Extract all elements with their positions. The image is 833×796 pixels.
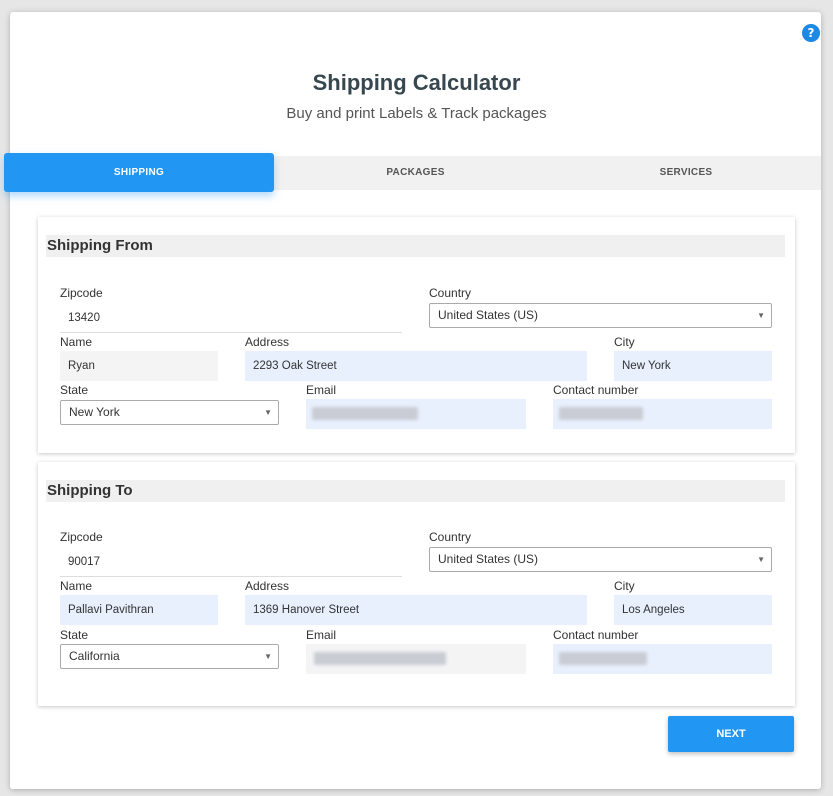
email-label: Email bbox=[306, 383, 337, 397]
redacted-value bbox=[559, 652, 647, 665]
section-heading: Shipping To bbox=[46, 480, 785, 502]
tab-shipping[interactable]: SHIPPING bbox=[4, 153, 274, 192]
redacted-value bbox=[559, 407, 643, 420]
address-label: Address bbox=[245, 335, 290, 349]
to-state-select[interactable]: California ▼ bbox=[60, 644, 279, 669]
from-zipcode-input[interactable]: 13420 bbox=[60, 303, 402, 333]
shipping-to-section: Shipping To Zipcode 90017 Country United… bbox=[38, 462, 795, 706]
to-zipcode-input[interactable]: 90017 bbox=[60, 547, 402, 577]
from-city-input[interactable]: New York bbox=[614, 351, 772, 381]
redacted-value bbox=[314, 652, 446, 665]
to-city-input[interactable]: Los Angeles bbox=[614, 595, 772, 625]
select-value: California bbox=[69, 649, 120, 663]
zipcode-label: Zipcode bbox=[60, 286, 103, 300]
zipcode-label: Zipcode bbox=[60, 530, 103, 544]
chevron-down-icon: ▼ bbox=[757, 311, 765, 320]
page-title: Shipping Calculator bbox=[312, 70, 521, 95]
address-label: Address bbox=[245, 579, 290, 593]
state-label: State bbox=[60, 383, 89, 397]
section-heading: Shipping From bbox=[46, 235, 785, 257]
country-label: Country bbox=[429, 286, 472, 300]
next-button[interactable]: NEXT bbox=[668, 716, 794, 752]
redacted-value bbox=[312, 407, 418, 420]
shipping-from-section: Shipping From Zipcode 13420 Country Unit… bbox=[38, 217, 795, 453]
page-subtitle: Buy and print Labels & Track packages bbox=[286, 105, 547, 122]
chevron-down-icon: ▼ bbox=[264, 408, 272, 417]
from-state-select[interactable]: New York ▼ bbox=[60, 400, 279, 425]
to-name-input[interactable]: Pallavi Pavithran bbox=[60, 595, 218, 625]
tab-services[interactable]: SERVICES bbox=[551, 156, 821, 190]
from-name-input[interactable]: Ryan bbox=[60, 351, 218, 381]
chevron-down-icon: ▼ bbox=[264, 652, 272, 661]
contact-label: Contact number bbox=[553, 628, 639, 642]
to-country-select[interactable]: United States (US) ▼ bbox=[429, 547, 772, 572]
email-label: Email bbox=[306, 628, 337, 642]
step-tabs: SHIPPING PACKAGES SERVICES bbox=[4, 153, 821, 192]
to-address-input[interactable]: 1369 Hanover Street bbox=[245, 595, 587, 625]
from-email-input[interactable] bbox=[306, 399, 526, 429]
name-label: Name bbox=[60, 579, 93, 593]
tab-packages[interactable]: PACKAGES bbox=[280, 156, 551, 190]
help-circle-icon[interactable]: ? bbox=[802, 24, 820, 42]
contact-label: Contact number bbox=[553, 383, 639, 397]
from-address-input[interactable]: 2293 Oak Street bbox=[245, 351, 587, 381]
select-value: New York bbox=[69, 405, 120, 419]
select-value: United States (US) bbox=[438, 552, 539, 566]
select-value: United States (US) bbox=[438, 308, 539, 322]
to-contact-input[interactable] bbox=[553, 644, 772, 674]
state-label: State bbox=[60, 628, 89, 642]
name-label: Name bbox=[60, 335, 93, 349]
chevron-down-icon: ▼ bbox=[757, 555, 765, 564]
from-country-select[interactable]: United States (US) ▼ bbox=[429, 303, 772, 328]
country-label: Country bbox=[429, 530, 472, 544]
city-label: City bbox=[614, 579, 635, 593]
from-contact-input[interactable] bbox=[553, 399, 772, 429]
to-email-input[interactable] bbox=[306, 644, 526, 674]
city-label: City bbox=[614, 335, 635, 349]
